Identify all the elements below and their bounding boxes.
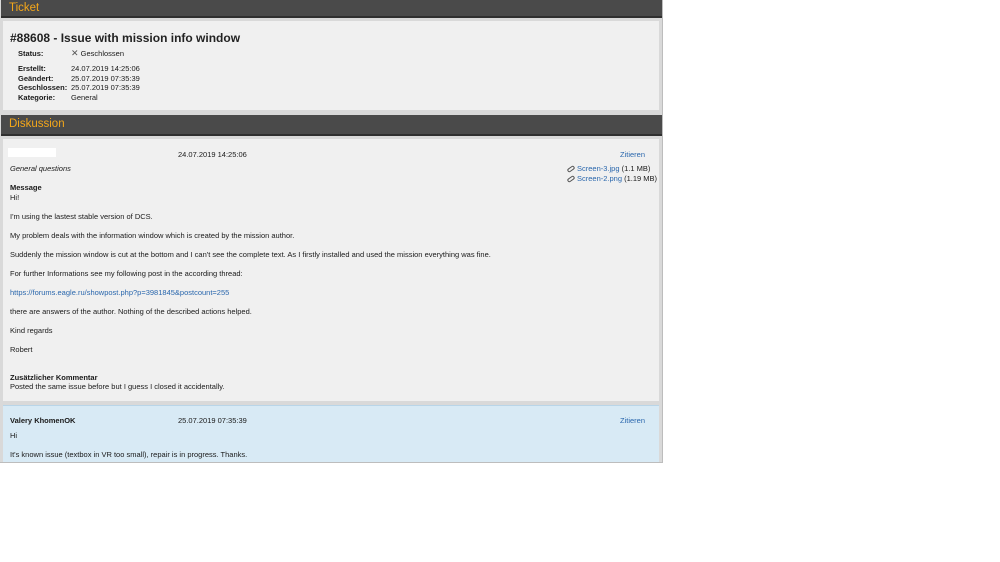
- discussion-section-title: Diskussion: [9, 118, 65, 130]
- meta-value-category: General: [71, 93, 98, 102]
- message-line: For further Informations see my followin…: [10, 269, 243, 278]
- message-line: Suddenly the mission window is cut at th…: [10, 250, 491, 259]
- meta-value-changed: 25.07.2019 07:35:39: [71, 74, 140, 83]
- meta-label-created: Erstellt:: [18, 64, 46, 73]
- close-icon: ✕: [71, 48, 79, 58]
- attachment-item: Screen-3.jpg (1.1 MB): [566, 164, 651, 173]
- post-2: Valery KhomenOK 25.07.2019 07:35:39 Ziti…: [3, 405, 659, 462]
- message-line: My problem deals with the information wi…: [10, 231, 295, 240]
- message-label: Message: [10, 183, 42, 192]
- ticket-frame: Ticket #88608 - Issue with mission info …: [0, 0, 663, 463]
- meta-value-closed: 25.07.2019 07:35:39: [71, 83, 140, 92]
- quote-button[interactable]: Zitieren: [620, 416, 645, 425]
- message-line: Hi: [10, 431, 18, 440]
- post-timestamp: 25.07.2019 07:35:39: [178, 416, 247, 425]
- message-line: Hi!: [10, 193, 20, 202]
- attachment-link[interactable]: Screen-3.jpg: [577, 164, 620, 173]
- comment-text: Posted the same issue before but I guess…: [10, 382, 225, 391]
- meta-label-closed: Geschlossen:: [18, 83, 68, 92]
- forum-thread-link[interactable]: https://forums.eagle.ru/showpost.php?p=3…: [10, 288, 229, 297]
- paperclip-icon: [566, 175, 576, 183]
- post-author-redacted: [8, 148, 56, 157]
- meta-label-category: Kategorie:: [18, 93, 56, 102]
- message-line: Kind regards: [10, 326, 53, 335]
- attachment-size: (1.19 MB): [624, 174, 658, 183]
- paperclip-icon: [566, 165, 576, 173]
- message-line: I'm using the lastest stable version of …: [10, 212, 153, 221]
- ticket-section-title: Ticket: [9, 2, 40, 14]
- post-1: 24.07.2019 14:25:06 Zitieren General que…: [3, 139, 659, 401]
- message-line: Robert: [10, 345, 33, 354]
- comment-label: Zusätzlicher Kommentar: [10, 373, 98, 382]
- post-category: General questions: [10, 164, 71, 173]
- status-value: Geschlossen: [80, 49, 124, 58]
- attachment-size: (1.1 MB): [621, 164, 651, 173]
- attachment-link[interactable]: Screen-2.png: [577, 174, 622, 183]
- ticket-heading: #88608 - Issue with mission info window: [10, 31, 241, 45]
- message-line: there are answers of the author. Nothing…: [10, 307, 252, 316]
- status-badge: ✕ Geschlossen: [71, 48, 124, 59]
- post-timestamp: 24.07.2019 14:25:06: [178, 150, 247, 159]
- meta-value-created: 24.07.2019 14:25:06: [71, 64, 140, 73]
- post-author: Valery KhomenOK: [10, 416, 76, 425]
- ticket-panel: #88608 - Issue with mission info window …: [3, 21, 659, 110]
- ticket-section-header: Ticket: [1, 0, 662, 18]
- quote-button[interactable]: Zitieren: [620, 150, 645, 159]
- meta-label-changed: Geändert:: [18, 74, 54, 83]
- discussion-section-header: Diskussion: [1, 115, 662, 136]
- status-label: Status:: [18, 49, 44, 58]
- message-line: It's known issue (textbox in VR too smal…: [10, 450, 248, 459]
- attachment-item: Screen-2.png (1.19 MB): [566, 174, 658, 183]
